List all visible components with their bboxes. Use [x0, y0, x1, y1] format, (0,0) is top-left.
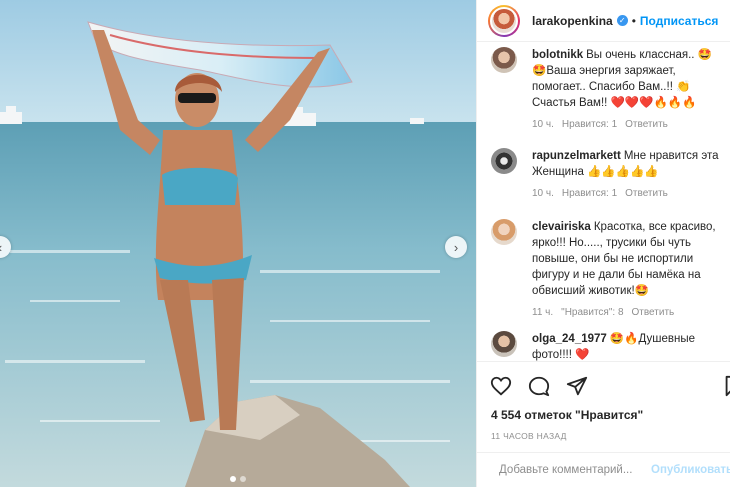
commenter-avatar[interactable] [491, 219, 517, 245]
next-photo-button[interactable]: › [445, 236, 467, 258]
comment-likes[interactable]: Нравится: 1 [562, 119, 617, 130]
commenter-username[interactable]: olga_24_1977 [532, 333, 607, 345]
comment-item: clevairiska Красотка, все красиво, ярко!!… [491, 219, 727, 318]
post-photo[interactable]: ‹ › [0, 0, 476, 487]
share-button[interactable] [565, 374, 589, 398]
author-username[interactable]: larakopenkina [532, 14, 613, 28]
comment-time[interactable]: 10 ч. [532, 188, 554, 199]
author-avatar[interactable] [488, 4, 520, 37]
comments-list[interactable]: bolotnikk Вы очень классная.. 🤩 🤩Ваша эне… [477, 43, 730, 361]
commenter-username[interactable]: rapunzelmarkett [532, 150, 621, 162]
reply-button[interactable]: Ответить [625, 188, 668, 199]
comment-text: clevairiska Красотка, все красиво, ярко!!… [532, 219, 727, 299]
chevron-right-icon: › [453, 239, 459, 255]
bookmark-icon [725, 375, 730, 397]
commenter-avatar[interactable] [491, 148, 517, 174]
post-header: larakopenkina ✓ • Подписаться [477, 0, 730, 42]
comment-meta: 10 ч. Нравится: 1 Ответить [532, 119, 727, 130]
comment-button[interactable] [527, 374, 551, 398]
comment-icon [528, 376, 550, 397]
commenter-username[interactable]: bolotnikk [532, 49, 583, 61]
commenter-avatar[interactable] [491, 47, 517, 73]
comment-time[interactable]: 11 ч. [532, 307, 553, 318]
comment-likes[interactable]: "Нравится": 8 [561, 307, 623, 318]
like-button[interactable] [489, 374, 513, 398]
publish-button[interactable]: Опубликовать [651, 464, 730, 476]
comment-meta: 11 ч. "Нравится": 8 Ответить [532, 307, 727, 318]
chevron-left-icon: ‹ [0, 240, 2, 255]
reply-button[interactable]: Ответить [625, 119, 668, 130]
comment-text: olga_24_1977 🤩🔥Душевные фото!!!! ❤️ [532, 331, 727, 361]
verified-badge-icon: ✓ [616, 15, 628, 26]
commenter-username[interactable]: clevairiska [532, 221, 591, 233]
add-comment-bar: Опубликовать [477, 452, 730, 487]
comment-text: bolotnikk Вы очень классная.. 🤩 🤩Ваша эне… [532, 47, 727, 111]
header-separator: • [631, 13, 636, 28]
carousel-dot-2 [240, 476, 246, 482]
action-icons [489, 374, 589, 398]
comment-item: rapunzelmarkett Мне нравится эта Женщина … [491, 148, 727, 199]
carousel-dot-1 [230, 476, 236, 482]
post-side-panel: larakopenkina ✓ • Подписаться bolotnikk В… [476, 0, 730, 487]
comment-likes[interactable]: Нравится: 1 [562, 188, 617, 199]
reply-button[interactable]: Ответить [632, 307, 675, 318]
comment-text: rapunzelmarkett Мне нравится эта Женщина … [532, 148, 727, 180]
comment-meta: 10 ч. Нравится: 1 Ответить [532, 188, 727, 199]
beach-photo [0, 0, 476, 487]
post-time[interactable]: 11 ЧАСОВ НАЗАД [491, 431, 567, 441]
comment-time[interactable]: 10 ч. [532, 119, 554, 130]
carousel-indicator [0, 476, 476, 482]
comment-item: bolotnikk Вы очень классная.. 🤩 🤩Ваша эне… [491, 47, 727, 130]
comment-input[interactable] [499, 464, 641, 476]
follow-button[interactable]: Подписаться [640, 14, 718, 28]
heart-icon [490, 376, 512, 396]
share-icon [566, 376, 588, 396]
likes-count[interactable]: 4 554 отметок "Нравится" [491, 408, 643, 422]
comment-item: olga_24_1977 🤩🔥Душевные фото!!!! ❤️ [491, 331, 727, 361]
commenter-avatar[interactable] [491, 331, 517, 357]
save-button[interactable] [721, 374, 730, 398]
instagram-post-view: ‹ › larakopenkina ✓ • Подписаться bolotn… [0, 0, 730, 487]
